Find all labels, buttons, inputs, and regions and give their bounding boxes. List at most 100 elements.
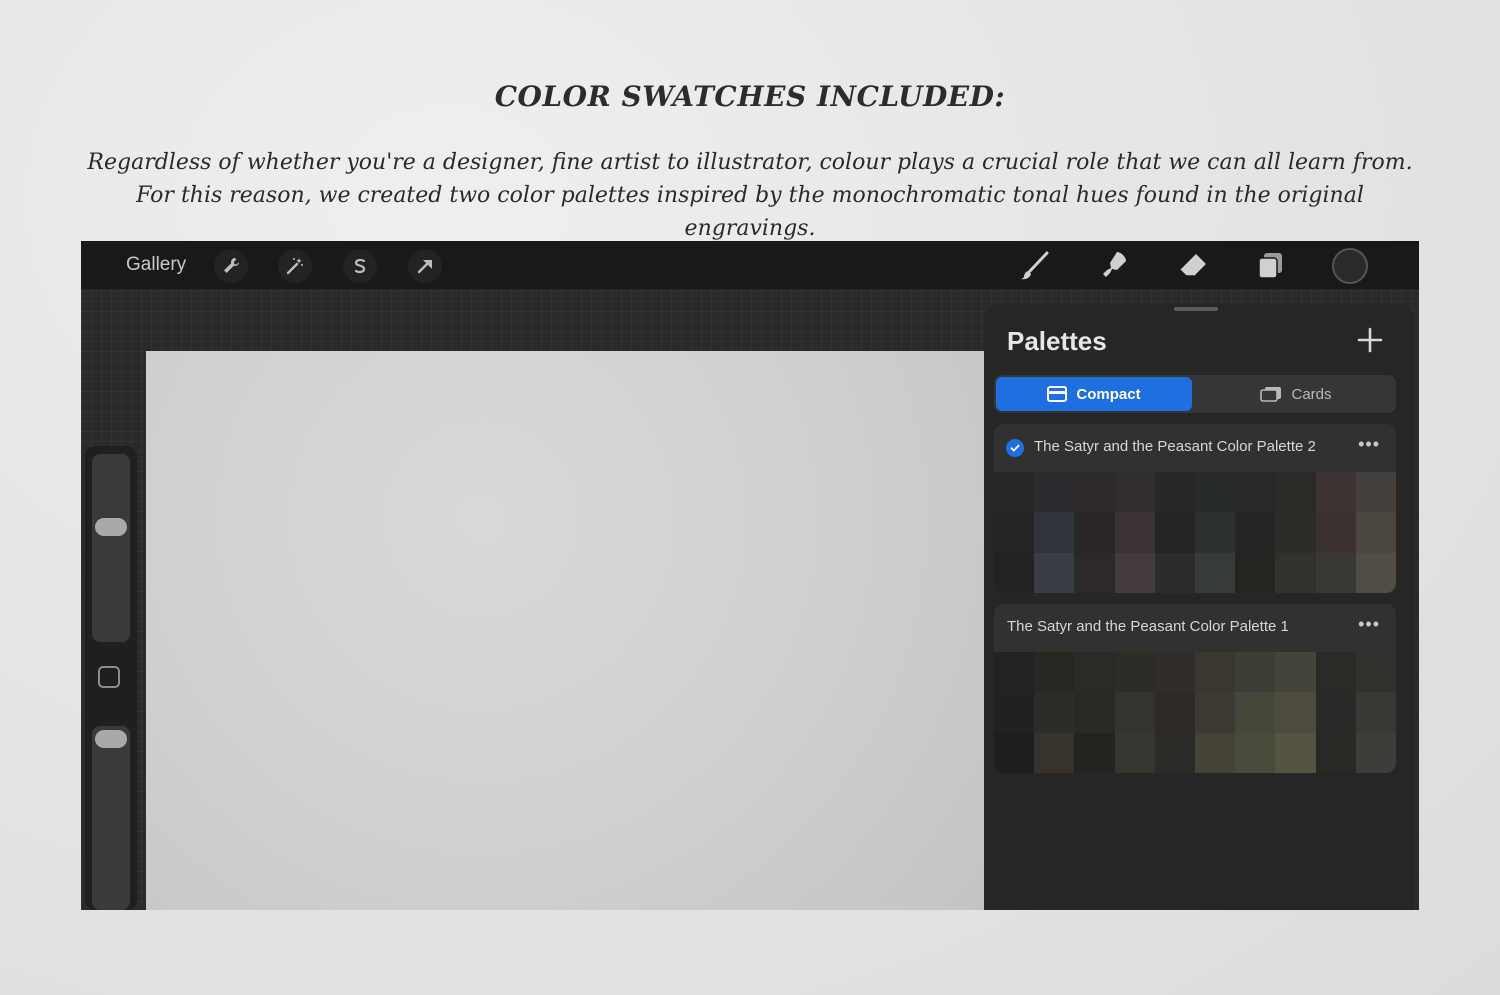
panel-grabber[interactable] (1174, 307, 1218, 311)
color-swatch[interactable] (1235, 512, 1276, 553)
color-swatch[interactable] (1275, 732, 1316, 773)
drawing-canvas[interactable] (146, 351, 984, 910)
color-swatch[interactable] (994, 692, 1035, 733)
plus-icon[interactable] (1352, 322, 1388, 358)
color-swatch[interactable] (1235, 552, 1276, 593)
color-swatch[interactable] (1034, 472, 1075, 513)
color-swatch[interactable] (994, 472, 1035, 513)
intro-text: Regardless of whether you're a designer,… (87, 150, 1413, 241)
view-mode-segmented: Compact Cards (994, 375, 1396, 413)
color-swatch[interactable] (1034, 552, 1075, 593)
color-swatch[interactable] (1034, 732, 1075, 773)
color-swatch[interactable] (1195, 552, 1236, 593)
color-swatch[interactable] (1074, 472, 1115, 513)
color-swatch[interactable] (1315, 512, 1356, 553)
color-swatch[interactable] (1074, 692, 1115, 733)
color-swatch[interactable] (1315, 732, 1356, 773)
brush-icon[interactable] (1016, 247, 1054, 285)
color-swatch[interactable] (1315, 472, 1356, 513)
color-swatch[interactable] (1355, 512, 1396, 553)
color-swatch[interactable] (1114, 732, 1155, 773)
modify-button[interactable] (98, 666, 120, 688)
more-options-icon[interactable]: ••• (1358, 434, 1380, 455)
color-swatch[interactable] (1074, 552, 1115, 593)
color-swatch[interactable] (994, 652, 1035, 693)
opacity-slider[interactable] (92, 726, 130, 910)
color-swatch[interactable] (1114, 512, 1155, 553)
color-swatch[interactable] (1355, 652, 1396, 693)
color-swatch[interactable] (994, 512, 1035, 553)
color-swatch[interactable] (1275, 552, 1316, 593)
procreate-app: Gallery Palettes Compact Cards The Satyr… (81, 241, 1419, 910)
color-swatch[interactable] (1275, 692, 1316, 733)
color-swatch[interactable] (1315, 552, 1356, 593)
color-swatch[interactable] (994, 552, 1035, 593)
color-swatch[interactable] (1355, 552, 1396, 593)
color-swatch[interactable] (1154, 732, 1195, 773)
palette-card-2[interactable]: The Satyr and the Peasant Color Palette … (994, 424, 1396, 593)
color-swatch[interactable] (1275, 512, 1316, 553)
color-swatch[interactable] (1154, 552, 1195, 593)
color-swatch[interactable] (1195, 652, 1236, 693)
compact-icon (1047, 386, 1068, 402)
transform-arrow-icon[interactable] (408, 249, 442, 283)
wrench-icon[interactable] (214, 249, 248, 283)
default-check-icon[interactable] (1006, 439, 1024, 457)
color-swatch[interactable] (1235, 652, 1276, 693)
sidebar (85, 446, 137, 910)
color-swatch[interactable] (1154, 472, 1195, 513)
color-swatch[interactable] (1355, 732, 1396, 773)
color-swatch[interactable] (1355, 472, 1396, 513)
color-swatch[interactable] (1074, 732, 1115, 773)
color-swatch[interactable] (1355, 692, 1396, 733)
color-swatch[interactable] (1114, 472, 1155, 513)
color-swatch[interactable] (1154, 692, 1195, 733)
panel-title: Palettes (1007, 326, 1107, 356)
color-swatch[interactable] (1315, 652, 1356, 693)
magic-wand-icon[interactable] (278, 249, 312, 283)
tab-compact[interactable]: Compact (996, 377, 1192, 411)
smudge-icon[interactable] (1095, 247, 1133, 285)
color-swatch[interactable] (1114, 552, 1155, 593)
color-swatch[interactable] (1074, 512, 1115, 553)
color-swatch[interactable] (1154, 512, 1195, 553)
top-toolbar: Gallery (81, 241, 1419, 289)
palettes-panel: Palettes Compact Cards The Satyr and the… (984, 304, 1414, 910)
color-swatch[interactable] (1275, 652, 1316, 693)
color-swatch[interactable] (994, 732, 1035, 773)
color-swatch[interactable] (1195, 472, 1236, 513)
color-swatch[interactable] (1275, 472, 1316, 513)
color-swatch[interactable] (1315, 692, 1356, 733)
layers-icon[interactable] (1252, 247, 1290, 285)
swatch-grid (994, 652, 1396, 773)
color-swatch[interactable] (1034, 512, 1075, 553)
tab-cards[interactable]: Cards (1198, 377, 1394, 411)
selection-icon[interactable] (343, 249, 377, 283)
color-swatch[interactable] (1235, 472, 1276, 513)
palette-name: The Satyr and the Peasant Color Palette … (1007, 618, 1289, 635)
color-swatch[interactable] (1034, 692, 1075, 733)
color-swatch[interactable] (1235, 732, 1276, 773)
eraser-icon[interactable] (1174, 247, 1212, 285)
color-swatch[interactable] (1195, 732, 1236, 773)
color-swatch[interactable] (1235, 692, 1276, 733)
color-swatch[interactable] (1114, 652, 1155, 693)
palette-name: The Satyr and the Peasant Color Palette … (1034, 438, 1316, 455)
swatch-grid (994, 472, 1396, 593)
color-swatch[interactable] (1074, 652, 1115, 693)
color-swatch[interactable] (1114, 692, 1155, 733)
brush-size-slider[interactable] (92, 454, 130, 642)
color-swatch[interactable] (1154, 652, 1195, 693)
color-well[interactable] (1332, 248, 1368, 284)
tab-cards-label: Cards (1291, 385, 1332, 403)
color-swatch[interactable] (1195, 692, 1236, 733)
palette-card-1[interactable]: The Satyr and the Peasant Color Palette … (994, 604, 1396, 773)
color-swatch[interactable] (1195, 512, 1236, 553)
brush-size-thumb[interactable] (95, 518, 127, 536)
more-options-icon[interactable]: ••• (1358, 614, 1380, 635)
color-swatch[interactable] (1034, 652, 1075, 693)
gallery-button[interactable]: Gallery (126, 254, 186, 276)
opacity-thumb[interactable] (95, 730, 127, 748)
page-heading: COLOR SWATCHES INCLUDED: (494, 80, 1006, 113)
cards-icon (1260, 387, 1282, 402)
